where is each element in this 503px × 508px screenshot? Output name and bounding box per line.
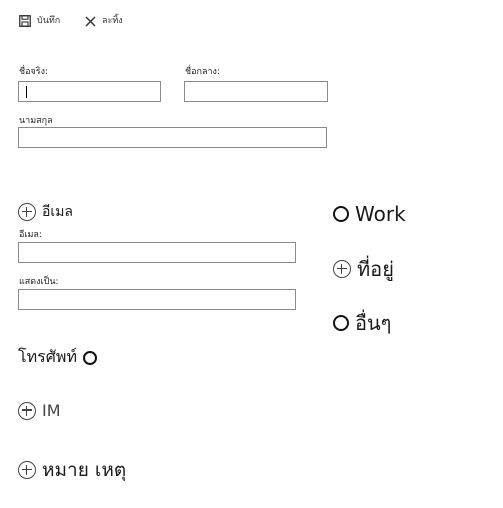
email-label: อีเมล:: [19, 230, 42, 240]
work-option[interactable]: Work: [333, 202, 406, 226]
first-name-field[interactable]: [18, 81, 161, 102]
add-email-label: อีเมล: [42, 204, 74, 220]
display-as-label: แสดงเป็น:: [19, 277, 59, 287]
add-im-button[interactable]: IM: [18, 401, 61, 420]
other-radio-icon: [333, 315, 349, 331]
add-icon: [18, 461, 36, 479]
add-email-button[interactable]: อีเมล: [18, 201, 73, 223]
middle-name-label: ชื่อกลาง:: [185, 67, 220, 77]
other-option[interactable]: อื่นๆ: [333, 307, 391, 339]
add-icon: [333, 260, 351, 278]
other-label: อื่นๆ: [355, 311, 392, 335]
last-name-field[interactable]: [18, 127, 327, 148]
close-icon: [85, 16, 96, 26]
discard-button[interactable]: ละทิ้ง: [85, 12, 123, 30]
add-notes-button[interactable]: หมาย เหตุ: [18, 455, 126, 485]
save-button[interactable]: บันทึก: [19, 12, 60, 30]
discard-label: ละทิ้ง: [102, 16, 123, 26]
work-label: Work: [355, 202, 406, 226]
save-icon: [19, 15, 31, 27]
notes-label: หมาย เหตุ: [42, 459, 127, 481]
text-caret: [26, 86, 27, 98]
phone-label: โทรศัพท์: [18, 347, 77, 366]
display-as-field[interactable]: [18, 289, 296, 310]
phone-radio-icon: [82, 350, 97, 365]
add-icon: [18, 203, 36, 221]
save-label: บันทึก: [37, 16, 61, 26]
middle-name-field[interactable]: [184, 81, 328, 102]
work-radio-icon: [333, 206, 349, 222]
add-icon: [18, 401, 36, 420]
add-address-button[interactable]: ที่อยู่: [333, 253, 394, 285]
address-label: ที่อยู่: [357, 257, 394, 281]
last-name-label: นามสกุล: [19, 116, 53, 126]
add-phone-button[interactable]: โทรศัพท์: [18, 345, 97, 370]
first-name-label: ชื่อจริง:: [19, 67, 49, 77]
im-label: IM: [42, 401, 61, 420]
email-field[interactable]: [18, 242, 296, 263]
